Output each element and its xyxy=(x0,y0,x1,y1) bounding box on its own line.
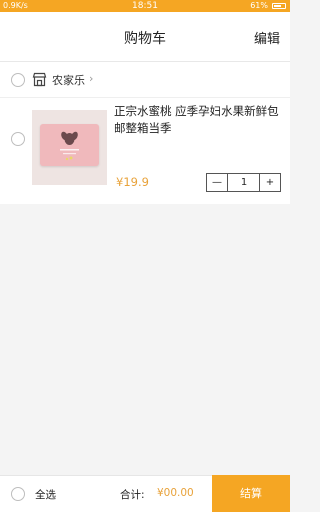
total-amount: ¥00.00 xyxy=(157,487,194,499)
shop-select-radio[interactable] xyxy=(11,73,25,87)
quantity-stepper: — 1 + xyxy=(206,173,281,192)
product-box-graphic xyxy=(40,124,99,166)
store-icon xyxy=(32,72,47,87)
shop-row: 农家乐 › xyxy=(0,62,290,98)
shop-name[interactable]: 农家乐 xyxy=(52,72,85,88)
product-image[interactable] xyxy=(32,110,107,185)
page-title: 购物车 xyxy=(124,31,166,47)
decrease-quantity-button[interactable]: — xyxy=(207,174,228,191)
checkout-bar: 全选 合计: ¥00.00 结算 xyxy=(0,475,290,512)
peach-logo-icon xyxy=(60,131,79,161)
product-title[interactable]: 正宗水蜜桃 应季孕妇水果新鲜包邮整箱当季 xyxy=(114,103,284,137)
status-bar: 0.9K/s 18:51 61% xyxy=(0,0,290,12)
increase-quantity-button[interactable]: + xyxy=(259,174,280,191)
total-label: 合计: xyxy=(120,489,145,501)
select-all-label[interactable]: 全选 xyxy=(35,487,56,502)
status-time: 18:51 xyxy=(132,1,158,11)
edit-button[interactable]: 编辑 xyxy=(254,28,280,47)
checkout-button[interactable]: 结算 xyxy=(212,475,290,512)
navigation-bar: 购物车 编辑 xyxy=(0,12,290,62)
quantity-value[interactable]: 1 xyxy=(228,174,260,191)
chevron-right-icon[interactable]: › xyxy=(89,72,93,85)
battery-icon xyxy=(272,3,286,9)
battery-percent: 61% xyxy=(250,1,268,10)
item-select-radio[interactable] xyxy=(11,132,25,146)
product-price: ¥19.9 xyxy=(116,175,149,189)
select-all-radio[interactable] xyxy=(11,487,25,501)
